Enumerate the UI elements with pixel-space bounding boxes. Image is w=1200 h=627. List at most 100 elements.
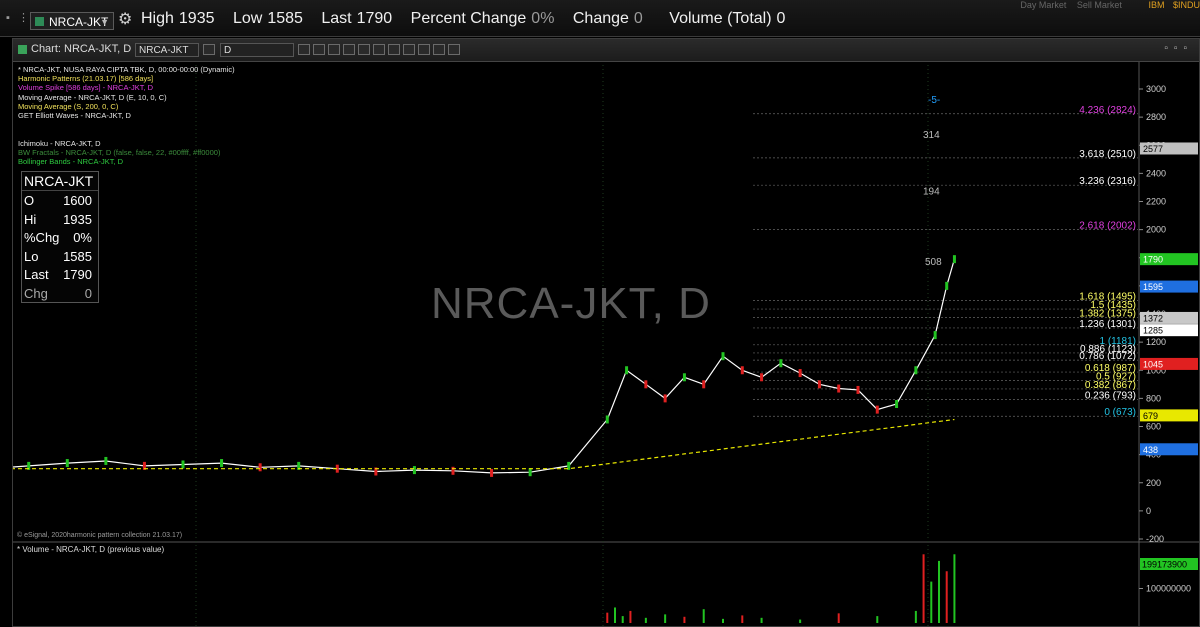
- interval-field[interactable]: D: [220, 43, 294, 57]
- price-candle: [490, 468, 494, 477]
- toolbar-button[interactable]: [448, 44, 460, 55]
- y-tick-label: -200: [1146, 534, 1164, 544]
- volume-bar: [953, 554, 956, 623]
- volume-bar: [702, 609, 705, 623]
- price-candle: [856, 385, 860, 394]
- legend-entry[interactable]: [18, 129, 235, 138]
- copyright-text: © eSignal, 2020harmonic pattern collecti…: [17, 532, 183, 539]
- tab-day-market[interactable]: Day Market: [1020, 0, 1066, 10]
- legend-entry[interactable]: Volume Spike [586 days] - NRCA-JKT, D: [18, 83, 235, 92]
- pin-icon[interactable]: ▪: [6, 13, 16, 24]
- quote-value: 1935: [178, 10, 215, 27]
- data-row-key: Chg: [24, 285, 48, 301]
- quote-label: Volume (Total): [669, 10, 772, 27]
- legend-entry[interactable]: BW Fractals - NRCA-JKT, D (false, false,…: [18, 148, 235, 157]
- price-badge-label: 1595: [1143, 282, 1163, 292]
- data-row: Lo 1585: [22, 247, 98, 266]
- toolbar-button[interactable]: [328, 44, 340, 55]
- gear-icon[interactable]: ⚙: [118, 11, 132, 29]
- price-candle: [875, 405, 879, 414]
- fib-level-label: 0.382 (867): [1085, 380, 1136, 391]
- price-candle: [258, 463, 262, 472]
- volume-bar: [837, 613, 840, 623]
- data-row-value: 0: [84, 285, 92, 301]
- menu-icon[interactable]: ⋮: [18, 13, 29, 24]
- data-window-title: NRCA-JKT: [22, 172, 98, 191]
- legend-entry[interactable]: Bollinger Bands - NRCA-JKT, D: [18, 157, 235, 166]
- price-badge-label: 1372: [1143, 313, 1163, 323]
- legend-entry[interactable]: Harmonic Patterns (21.03.17) [586 days]: [18, 74, 235, 83]
- chart-window: 3000280026002400220020001800160014001200…: [12, 38, 1200, 627]
- chart-symbol-search-button[interactable]: [203, 44, 215, 55]
- symbol-input[interactable]: NRCA-JKT ▼: [30, 12, 114, 30]
- legend-entry[interactable]: GET Elliott Waves - NRCA-JKT, D: [18, 111, 235, 120]
- toolbar-button[interactable]: [388, 44, 400, 55]
- volume-bar: [621, 616, 624, 623]
- toolbar-button[interactable]: [298, 44, 310, 55]
- volume-bar: [722, 618, 724, 623]
- toolbar-button[interactable]: [433, 44, 445, 55]
- volume-bar: [914, 610, 917, 623]
- price-candle: [945, 281, 949, 290]
- fib-level-label: 0 (673): [1104, 407, 1136, 418]
- toolbar-button[interactable]: [343, 44, 355, 55]
- chart-symbol-field[interactable]: NRCA-JKT: [135, 43, 199, 57]
- toolbar-button[interactable]: [358, 44, 370, 55]
- legend-entry[interactable]: Ichimoku - NRCA-JKT, D: [18, 139, 235, 148]
- wave-count-label: 508: [925, 257, 942, 268]
- quote-value: 0: [633, 10, 643, 27]
- chevron-down-icon[interactable]: ▼: [100, 13, 109, 31]
- data-row: Chg 0: [22, 284, 98, 303]
- y-tick-label: 2800: [1146, 112, 1166, 122]
- y-tick-label: 200: [1146, 478, 1161, 488]
- tab-indu[interactable]: $INDU: [1173, 0, 1200, 10]
- fib-level-label: 0.786 (1072): [1079, 351, 1136, 362]
- legend-entry[interactable]: Moving Average - NRCA-JKT, D (E, 10, 0, …: [18, 93, 235, 102]
- quote-value: 0%: [531, 10, 555, 27]
- price-candle: [644, 380, 648, 389]
- data-row-value: 1790: [63, 267, 92, 282]
- volume-bar: [606, 612, 609, 623]
- volume-bar: [922, 554, 925, 623]
- price-candle: [605, 415, 609, 424]
- toolbar-button[interactable]: [418, 44, 430, 55]
- fib-level-label: 3.236 (2316): [1079, 176, 1136, 187]
- toolbar-button[interactable]: [313, 44, 325, 55]
- y-tick-label: 0: [1146, 506, 1151, 516]
- volume-bar: [664, 614, 667, 623]
- price-candle: [451, 466, 455, 475]
- data-row: O 1600: [22, 191, 98, 210]
- chart-symbol-value: NRCA-JKT: [139, 45, 189, 56]
- fib-level-label: 0.236 (793): [1085, 390, 1136, 401]
- fib-level-label: 1.382 (1375): [1079, 309, 1136, 320]
- quote-value: 1790: [356, 10, 393, 27]
- legend-entry[interactable]: [18, 120, 235, 129]
- toolbar-button[interactable]: [373, 44, 385, 55]
- y-tick-label: 2000: [1146, 225, 1166, 235]
- window-controls[interactable]: ▫▫▫: [1164, 43, 1193, 54]
- price-candle: [104, 456, 108, 465]
- legend-entry[interactable]: * NRCA-JKT, NUSA RAYA CIPTA TBK, D, 00:0…: [18, 65, 235, 74]
- data-row-key: O: [24, 193, 35, 208]
- tab-ibm[interactable]: IBM: [1148, 0, 1164, 10]
- price-candle: [760, 373, 764, 382]
- price-candle: [721, 352, 725, 361]
- legend-entry[interactable]: Moving Average (S, 200, 0, C): [18, 102, 235, 111]
- price-candle: [412, 466, 416, 475]
- price-candle: [798, 369, 802, 378]
- toolbar-button[interactable]: [403, 44, 415, 55]
- price-candle: [220, 459, 224, 468]
- volume-bar: [760, 617, 763, 623]
- y-tick-label: 800: [1146, 393, 1161, 403]
- y-tick-label: 600: [1146, 422, 1161, 432]
- price-candle: [663, 394, 667, 403]
- y-tick-label: 2400: [1146, 168, 1166, 178]
- tab-sell-market[interactable]: Sell Market: [1077, 0, 1122, 10]
- volume-badge-label: 199173900: [1142, 560, 1187, 570]
- data-window: NRCA-JKT O 1600 Hi 1935 %Chg 0% Lo 1585 Last…: [21, 171, 99, 303]
- price-candle: [952, 255, 956, 264]
- volume-panel-label: * Volume - NRCA-JKT, D (previous value): [17, 545, 165, 554]
- data-row-key: Last: [24, 267, 49, 282]
- volume-bar: [945, 571, 948, 623]
- wave-count-label: 194: [923, 186, 940, 197]
